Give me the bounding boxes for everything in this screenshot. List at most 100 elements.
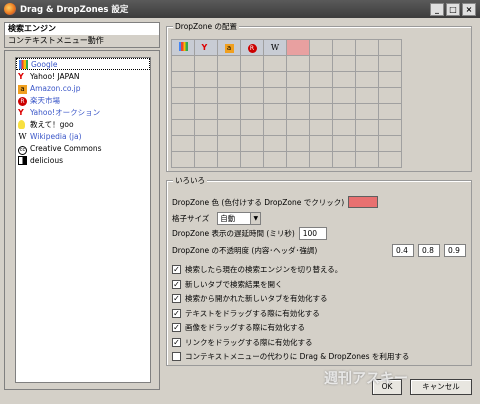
option-checkbox[interactable]: ✓ [172,308,181,318]
grid-cell[interactable]: W [264,40,287,56]
grid-cell[interactable] [333,152,356,168]
option-row[interactable]: ✓ 検索から開かれた新しいタブを有効化する [172,293,328,304]
grid-cell[interactable] [310,136,333,152]
option-checkbox[interactable]: ✓ [172,323,181,332]
grid-cell[interactable] [172,152,195,168]
dropzone-grid[interactable]: Ya R W [171,39,402,168]
grid-cell[interactable] [195,88,218,104]
list-item[interactable]: Google [16,58,150,70]
grid-cell[interactable] [379,56,402,72]
grid-cell[interactable] [310,104,333,120]
grid-cell[interactable] [195,56,218,72]
cancel-button[interactable]: キャンセル [410,379,472,395]
grid-cell[interactable] [172,40,195,56]
grid-cell[interactable] [218,152,241,168]
grid-cell[interactable] [264,152,287,168]
option-checkbox[interactable]: ✓ [172,337,181,347]
grid-cell[interactable] [264,136,287,152]
grid-cell[interactable] [264,88,287,104]
grid-cell[interactable] [172,136,195,152]
grid-cell[interactable] [356,104,379,120]
opacity-header-input[interactable]: 0.8 [418,244,440,257]
delay-input[interactable]: 100 [298,227,327,240]
list-item[interactable]: Y Yahoo!オークション [16,106,150,118]
engine-list[interactable]: Google Y Yahoo! JAPAN a Amazon.co.jp R 楽天市場 Y Ya… [15,57,151,383]
option-row[interactable]: ✓ テキストをドラッグする際に有効化する [172,308,320,319]
list-item[interactable]: cc Creative Commons [16,142,150,155]
grid-cell[interactable] [356,120,379,136]
option-checkbox[interactable]: ✓ [172,279,181,289]
list-item[interactable]: delicious [16,154,150,166]
option-row[interactable]: ✓ 検索したら現在の検索エンジンを切り替える。 [172,264,342,275]
maximize-button[interactable]: □ [446,2,460,16]
grid-cell[interactable] [287,88,310,104]
grid-cell[interactable] [310,152,333,168]
grid-cell[interactable] [310,120,333,136]
grid-cell[interactable] [172,120,195,136]
grid-cell[interactable] [379,136,402,152]
grid-cell[interactable]: a [218,40,241,56]
grid-cell[interactable] [287,120,310,136]
grid-cell[interactable] [356,72,379,88]
minimize-button[interactable]: _ [430,2,444,16]
option-row[interactable]: ✓ 新しいタブで検索結果を開く [172,279,283,290]
list-item[interactable]: a Amazon.co.jp [16,82,150,94]
grid-cell[interactable] [333,40,356,56]
grid-cell[interactable] [287,56,310,72]
grid-cell[interactable] [310,56,333,72]
grid-cell[interactable] [241,56,264,72]
grid-cell[interactable] [241,72,264,88]
grid-cell[interactable] [172,104,195,120]
grid-cell[interactable] [333,88,356,104]
grid-cell[interactable] [333,136,356,152]
grid-cell[interactable] [241,120,264,136]
grid-cell[interactable] [333,104,356,120]
grid-cell[interactable] [379,88,402,104]
grid-cell[interactable] [310,88,333,104]
grid-cell[interactable]: Y [195,40,218,56]
close-button[interactable]: × [462,2,476,16]
grid-cell[interactable] [218,136,241,152]
grid-cell[interactable] [195,120,218,136]
grid-cell[interactable] [241,152,264,168]
opacity-highlight-input[interactable]: 0.9 [444,244,466,257]
grid-cell[interactable] [287,40,310,56]
grid-cell[interactable]: R [241,40,264,56]
option-row[interactable]: コンテキストメニューの代わりに Drag & DropZones を利用する [172,351,409,362]
option-row[interactable]: ✓ リンクをドラッグする際に有効化する [172,337,313,348]
grid-cell[interactable] [356,88,379,104]
grid-cell[interactable] [218,56,241,72]
grid-cell[interactable] [356,40,379,56]
grid-cell[interactable] [379,152,402,168]
grid-cell[interactable] [241,136,264,152]
list-item[interactable]: Y Yahoo! JAPAN [16,70,150,82]
grid-cell[interactable] [218,72,241,88]
grid-cell[interactable] [287,104,310,120]
grid-cell[interactable] [218,88,241,104]
list-item[interactable]: 教えて！goo [16,118,150,130]
grid-cell[interactable] [356,56,379,72]
grid-cell[interactable] [287,136,310,152]
option-checkbox[interactable]: ✓ [172,265,181,274]
option-checkbox[interactable] [172,352,181,361]
grid-cell[interactable] [379,104,402,120]
grid-cell[interactable] [264,72,287,88]
grid-cell[interactable] [218,120,241,136]
list-item[interactable]: W Wikipedia (ja) [16,130,150,142]
list-item[interactable]: R 楽天市場 [16,94,150,106]
tab-search-engines[interactable]: 検索エンジン [4,22,160,35]
grid-cell[interactable] [264,120,287,136]
grid-cell[interactable] [195,72,218,88]
grid-cell[interactable] [333,56,356,72]
grid-cell[interactable] [310,40,333,56]
opacity-content-input[interactable]: 0.4 [392,244,414,257]
grid-size-select[interactable]: 自動 ▼ [217,212,262,225]
grid-cell[interactable] [379,120,402,136]
grid-cell[interactable] [333,120,356,136]
grid-cell[interactable] [195,136,218,152]
grid-cell[interactable] [172,88,195,104]
grid-cell[interactable] [379,40,402,56]
grid-cell[interactable] [195,104,218,120]
grid-cell[interactable] [356,136,379,152]
grid-cell[interactable] [241,104,264,120]
